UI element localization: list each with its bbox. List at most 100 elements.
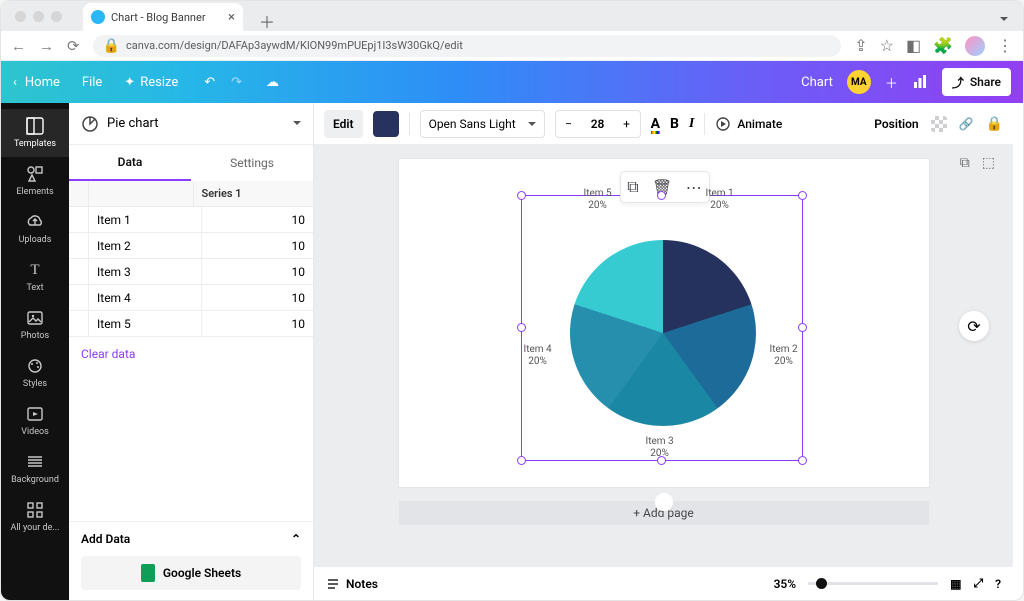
new-tab-button[interactable]: ＋ [259,9,275,33]
selection-box[interactable]: ⧉ 🗑 ⋯ Item 120% Item 220% Item 320% Item… [521,195,803,461]
table-row[interactable]: Item 410 [69,285,313,311]
share-browser-icon[interactable]: ⇪ [854,36,867,55]
item-label-cell[interactable]: Item 5 [89,311,202,336]
tab-title: Chart - Blog Banner [111,11,206,24]
resize-handle[interactable] [798,456,807,465]
table-row[interactable]: Item 110 [69,207,313,233]
item-value-cell[interactable]: 10 [202,233,314,258]
italic-button[interactable]: I [689,116,694,132]
font-size-stepper[interactable]: − 28 + [555,110,641,138]
browser-menu-icon[interactable]: ⋮ [997,36,1013,55]
item-label-cell[interactable]: Item 3 [89,259,202,284]
chart-type-dropdown[interactable]: Pie chart [69,103,313,145]
zoom-slider[interactable] [808,582,938,585]
item-label-cell[interactable]: Item 4 [89,285,202,310]
close-tab-icon[interactable]: × [228,10,235,25]
share-button[interactable]: ⤴ Share [942,68,1011,96]
editor-toolbar: Edit Open Sans Light − 28 + A B I Animat… [314,103,1013,145]
file-menu[interactable]: File [82,75,102,90]
sidebar-item-apps[interactable]: All your de... [1,493,69,541]
item-value-cell[interactable]: 10 [202,285,314,310]
resize-handle[interactable] [517,323,526,332]
sidebar-item-templates[interactable]: Templates [1,109,69,157]
insights-icon[interactable] [912,74,928,90]
item-value-cell[interactable]: 10 [202,311,314,336]
home-button[interactable]: ‹ Home [13,75,60,90]
item-label-cell[interactable]: Item 2 [89,233,202,258]
extension-icon[interactable]: ◧ [906,36,921,55]
help-icon[interactable]: ? [995,577,1001,591]
edit-button[interactable]: Edit [324,110,363,138]
tab-settings[interactable]: Settings [191,145,313,181]
add-data-toggle[interactable]: Add Data ⌃ [81,532,301,546]
pie-chart[interactable] [570,240,756,426]
transparency-icon[interactable] [931,116,947,132]
resize-handle[interactable] [798,191,807,200]
back-icon[interactable]: ← [11,37,26,55]
redo-icon[interactable]: ↷ [231,75,242,90]
grid-view-icon[interactable]: ▦ [950,577,961,591]
link-icon[interactable]: 🔗 [959,117,974,131]
item-value-cell[interactable]: 10 [202,207,314,232]
page-actions: ⧉ ⬚ [960,155,995,171]
table-row[interactable]: Item 310 [69,259,313,285]
doc-title[interactable]: Chart [801,75,833,90]
duplicate-icon[interactable]: ⧉ [627,177,638,197]
zoom-value[interactable]: 35% [774,577,797,591]
bookmark-icon[interactable]: ☆ [880,36,894,55]
item-label-cell[interactable]: Item 1 [89,207,202,232]
add-collaborator-icon[interactable]: ＋ [885,73,898,92]
position-button[interactable]: Position [874,117,918,131]
resize-handle[interactable] [798,323,807,332]
sidebar-item-photos[interactable]: Photos [1,301,69,349]
bottom-bar: Notes 35% ▦ ⤢ ? [314,566,1013,600]
profile-avatar-icon[interactable] [965,36,985,56]
browser-tab[interactable]: Chart - Blog Banner × [83,3,243,31]
font-size-value[interactable]: 28 [582,117,614,131]
sidebar-item-text[interactable]: TText [1,253,69,301]
cloud-sync-icon[interactable]: ☁ [266,75,279,90]
sidebar-item-styles[interactable]: Styles [1,349,69,397]
reload-icon[interactable]: ⟳ [67,37,80,55]
puzzle-icon[interactable]: 🧩 [933,36,953,55]
bold-button[interactable]: B [670,116,679,132]
tab-data[interactable]: Data [69,145,191,181]
lock-icon[interactable]: 🔒 [986,116,1003,132]
item-value-cell[interactable]: 10 [202,259,314,284]
animate-button[interactable]: Animate [715,116,782,132]
duplicate-page-icon[interactable]: ⧉ [960,155,970,171]
design-page[interactable]: ⧉ 🗑 ⋯ Item 120% Item 220% Item 320% Item… [399,159,929,487]
chevron-down-icon[interactable] [996,8,1008,27]
undo-icon[interactable]: ↶ [204,75,215,90]
more-icon[interactable]: ⋯ [686,178,702,197]
new-page-icon[interactable]: ⬚ [982,155,995,171]
resize-button[interactable]: ✦ Resize [124,75,178,90]
font-dropdown[interactable]: Open Sans Light [420,110,545,138]
resize-handle[interactable] [517,191,526,200]
url-field[interactable]: 🔒 canva.com/design/DAFAp3aywdM/KlON99mPU… [93,35,842,57]
realtime-refresh-button[interactable]: ⟳ [959,311,989,341]
text-color-button[interactable]: A [651,116,660,132]
pie-icon [81,115,99,133]
resize-handle[interactable] [517,456,526,465]
canvas-area[interactable]: ⧉ ⬚ ⧉ 🗑 ⋯ Item 120% Item 220% [314,145,1013,566]
plus-button[interactable]: + [614,117,640,131]
add-page-button[interactable]: + Add page [399,501,929,525]
table-row[interactable]: Item 510 [69,311,313,337]
window-controls[interactable] [15,11,62,22]
resize-handle[interactable] [657,191,666,200]
clear-data-link[interactable]: Clear data [69,337,313,371]
sidebar-item-uploads[interactable]: Uploads [1,205,69,253]
sidebar-item-elements[interactable]: Elements [1,157,69,205]
color-swatch[interactable] [373,111,399,137]
google-sheets-button[interactable]: Google Sheets [81,556,301,590]
series-header[interactable]: Series 1 [194,181,314,207]
sidebar-item-background[interactable]: Background [1,445,69,493]
sidebar-item-videos[interactable]: Videos [1,397,69,445]
forward-icon[interactable]: → [39,37,54,55]
user-avatar[interactable]: MA [847,70,871,94]
fullscreen-icon[interactable]: ⤢ [973,576,983,591]
notes-button[interactable]: Notes [326,577,378,591]
table-row[interactable]: Item 210 [69,233,313,259]
minus-button[interactable]: − [556,117,582,131]
